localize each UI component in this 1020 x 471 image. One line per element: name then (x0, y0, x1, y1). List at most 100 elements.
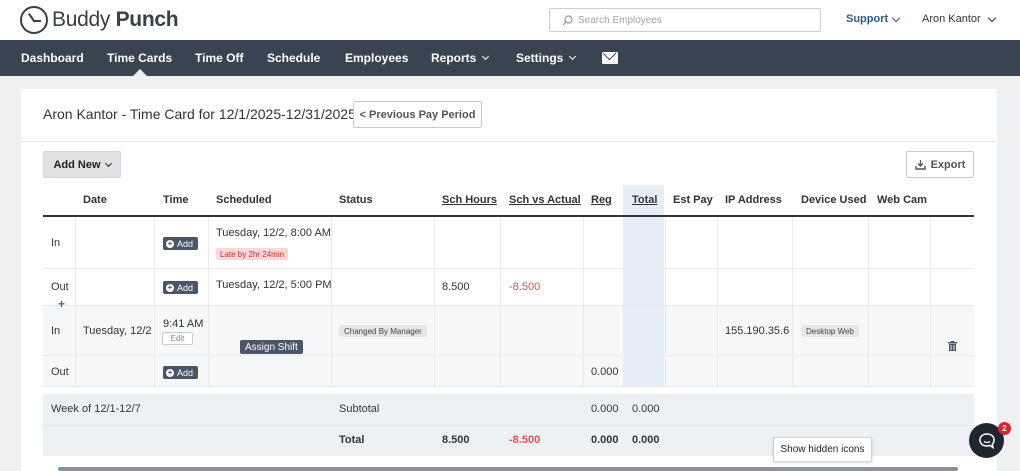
column-header-sch-hours[interactable]: Sch Hours (442, 194, 497, 206)
late-badge: Late by 2hr 24min (216, 248, 289, 260)
assign-shift-button[interactable]: Assign Shift (240, 340, 303, 354)
total-sch-hours: 8.500 (442, 434, 470, 446)
support-menu[interactable]: Support (846, 13, 901, 25)
nav-schedule[interactable]: Schedule (267, 40, 320, 76)
buddy-punch-logo[interactable]: Buddy Punch (20, 5, 179, 35)
column-header-date[interactable]: Date (83, 194, 107, 206)
nav-reports[interactable]: Reports (431, 40, 490, 76)
column-header-total[interactable]: Total (632, 194, 657, 206)
column-header-reg[interactable]: Reg (591, 194, 612, 206)
main-nav: Dashboard Time Cards Time Off Schedule E… (0, 40, 1020, 77)
header-divider (43, 215, 974, 217)
grid-line (500, 217, 501, 386)
sch-hours-value: 8.500 (442, 281, 470, 293)
button-label: Add (177, 282, 194, 293)
nav-time-off[interactable]: Time Off (195, 40, 243, 76)
chevron-down-icon (104, 159, 112, 167)
edit-punch-button[interactable]: Edit (162, 332, 193, 345)
chevron-down-icon (891, 13, 901, 22)
export-button[interactable]: Export (906, 151, 974, 178)
shift-date: Tuesday, 12/2 (83, 325, 152, 337)
nav-messages[interactable] (602, 40, 618, 76)
button-label: Export (930, 158, 966, 171)
ip-address-value: 155.190.35.6 (725, 325, 790, 337)
reg-value: 0.000 (591, 366, 619, 378)
add-punch-button[interactable]: + Add (163, 281, 199, 294)
add-new-button[interactable]: Add New (43, 151, 121, 178)
punch-type-in: In (51, 237, 61, 249)
download-icon (914, 160, 926, 170)
nav-label: Time Off (195, 51, 244, 65)
chevron-down-icon (569, 52, 577, 61)
plus-icon: + (166, 282, 174, 292)
status-badge: Changed By Manager (339, 325, 427, 337)
scheduled-start: Tuesday, 12/2, 8:00 AM (216, 227, 331, 239)
chat-bubble-icon (978, 432, 995, 449)
search-box[interactable] (549, 8, 821, 32)
logo-word-punch: Punch (115, 8, 179, 31)
user-menu[interactable]: Aron Kantor (922, 13, 996, 25)
row-divider (43, 305, 974, 306)
support-label: Support (846, 13, 889, 25)
nav-settings[interactable]: Settings (516, 40, 577, 76)
sch-vs-actual-value: -8.500 (509, 281, 541, 293)
subtotal-total: 0.000 (632, 403, 660, 415)
divider (21, 141, 997, 142)
grid-line (154, 217, 155, 386)
nav-label: Reports (431, 51, 477, 65)
logo-word-buddy: Buddy (52, 8, 111, 31)
nav-label: Employees (345, 51, 409, 65)
button-label: Add (177, 367, 194, 378)
horizontal-scrollbar[interactable] (58, 467, 958, 471)
row-divider (43, 268, 974, 269)
column-header-ip-address[interactable]: IP Address (725, 194, 782, 206)
column-header-time[interactable]: Time (163, 194, 188, 206)
column-header-status[interactable]: Status (339, 194, 373, 206)
trash-icon[interactable] (948, 341, 957, 351)
subtotal-reg: 0.000 (591, 403, 619, 415)
search-input[interactable] (578, 14, 808, 26)
grid-line (717, 217, 718, 386)
add-row-icon[interactable]: + (58, 297, 65, 311)
grid-line (208, 217, 209, 386)
button-label: < Previous Pay Period (359, 108, 476, 121)
device-badge: Desktop Web (801, 325, 859, 337)
column-header-est-pay[interactable]: Est Pay (673, 194, 713, 206)
nav-label: Time Cards (107, 51, 173, 65)
column-header-scheduled[interactable]: Scheduled (216, 194, 272, 206)
grid-line (868, 217, 869, 386)
grid-line (75, 217, 76, 386)
nav-employees[interactable]: Employees (345, 40, 408, 76)
row-divider (43, 386, 974, 387)
subtotal-label: Subtotal (339, 403, 380, 415)
grid-line (665, 217, 666, 386)
nav-dashboard[interactable]: Dashboard (21, 40, 84, 76)
punch-type-out: Out (51, 281, 69, 293)
row-divider (43, 425, 974, 426)
grid-line (792, 217, 793, 386)
chevron-down-icon (482, 52, 490, 61)
previous-pay-period-button[interactable]: < Previous Pay Period (353, 101, 482, 128)
page-title: Aron Kantor - Time Card for 12/1/2025-12… (43, 106, 356, 122)
total-reg: 0.000 (591, 434, 619, 446)
total-total: 0.000 (632, 434, 660, 446)
column-header-device-used[interactable]: Device Used (801, 194, 866, 206)
clock-icon (20, 6, 48, 34)
plus-icon: + (166, 367, 174, 377)
notification-badge: 2 (998, 422, 1011, 435)
column-header-web-cam[interactable]: Web Cam (877, 194, 927, 206)
top-header: Buddy Punch Support Aron Kantor (0, 0, 1020, 40)
row-divider (43, 355, 974, 356)
button-label: Add New (53, 158, 101, 171)
nav-label: Schedule (267, 51, 321, 65)
nav-time-cards[interactable]: Time Cards (107, 40, 173, 77)
nav-label: Settings (516, 51, 564, 65)
grid-line (434, 217, 435, 386)
column-header-sch-vs-actual[interactable]: Sch vs Actual (509, 194, 581, 206)
add-punch-button[interactable]: + Add (163, 237, 199, 250)
punch-time: 9:41 AM (163, 318, 204, 330)
add-punch-button[interactable]: + Add (163, 366, 199, 379)
total-sch-vs-actual: -8.500 (509, 434, 541, 446)
week-label: Week of 12/1-12/7 (51, 403, 141, 415)
envelope-icon (602, 52, 618, 64)
